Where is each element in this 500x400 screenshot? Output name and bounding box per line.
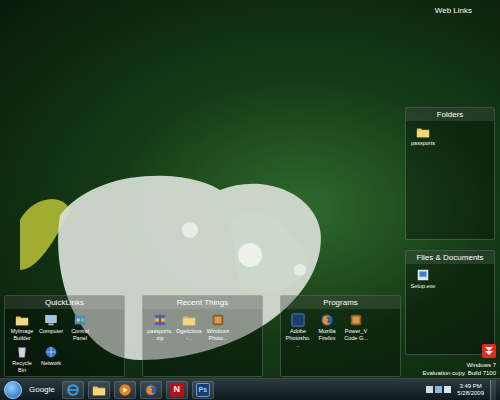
desktop: Web Links QuickLinks MyImage BuilderComput…	[0, 0, 500, 378]
application-icon	[211, 313, 225, 327]
start-button[interactable]	[4, 381, 22, 399]
fence[interactable]: Files & Documents Setup.exe	[405, 250, 495, 355]
taskbar-app[interactable]: N	[166, 381, 188, 399]
folder-icon	[15, 313, 29, 327]
taskbar-app[interactable]: Ps	[192, 381, 214, 399]
network-icon[interactable]	[435, 386, 442, 393]
download-icon[interactable]	[482, 344, 496, 358]
folder-icon	[416, 125, 430, 139]
photoshop-icon: Ps	[196, 383, 210, 397]
desktop-item-label: Power_V Code G...	[343, 328, 369, 342]
folder-icon	[182, 313, 196, 327]
internet-explorer-icon	[66, 383, 80, 397]
fence-title[interactable]: Programs	[281, 296, 400, 309]
desktop-item-label: Network	[38, 360, 64, 367]
desktop-item[interactable]: Setup.exe	[410, 268, 436, 290]
fence-title[interactable]: Folders	[406, 108, 494, 121]
desktop-item[interactable]: Windows Photo...	[205, 313, 231, 342]
search-button[interactable]: Google	[26, 384, 58, 396]
show-desktop-button[interactable]	[490, 380, 496, 400]
desktop-item[interactable]: Dgelicious-...	[176, 313, 202, 342]
desktop-item[interactable]: Control Panel	[67, 313, 93, 342]
fence-title[interactable]: Files & Documents	[406, 251, 494, 264]
desktop-item[interactable]: Network	[38, 345, 64, 374]
desktop-item[interactable]: Computer	[38, 313, 64, 342]
desktop-item-label: passports.zip	[147, 328, 173, 342]
desktop-item-label: Control Panel	[67, 328, 93, 342]
taskbar-app[interactable]	[114, 381, 136, 399]
fence[interactable]: QuickLinks MyImage BuilderComputerControl…	[4, 295, 125, 377]
desktop-item-label: Windows Photo...	[205, 328, 231, 342]
watermark: Windows 7Evaluation copy. Build 7100	[422, 361, 496, 377]
desktop-item[interactable]: MyImage Builder	[9, 313, 35, 342]
desktop-item-label: Dgelicious-...	[176, 328, 202, 342]
tray-icons[interactable]	[426, 386, 451, 393]
photoshop-icon	[291, 313, 305, 327]
flag-icon[interactable]	[426, 386, 433, 393]
desktop-item-label: Adobe Photosho...	[285, 328, 311, 349]
desktop-item-label: Computer	[38, 328, 64, 335]
media-player-icon	[118, 383, 132, 397]
desktop-item-label: MyImage Builder	[9, 328, 35, 342]
clock[interactable]: 3:49 PM5/28/2009	[455, 383, 486, 397]
firefox-icon	[144, 383, 158, 397]
desktop-item-label: passports	[410, 140, 436, 147]
fence[interactable]: Folders passports	[405, 107, 495, 240]
desktop-item-label: Mozilla Firefox	[314, 328, 340, 342]
control-panel-icon	[73, 313, 87, 327]
desktop-item[interactable]: Power_V Code G...	[343, 313, 369, 349]
desktop-item[interactable]: passports	[410, 125, 436, 147]
desktop-item-label: Setup.exe	[410, 283, 436, 290]
taskbar-app[interactable]	[88, 381, 110, 399]
application-icon	[349, 313, 363, 327]
recycle-bin-icon	[15, 345, 29, 359]
desktop-item-label: Recycle Bin	[9, 360, 35, 374]
desktop-item[interactable]: Adobe Photosho...	[285, 313, 311, 349]
fence[interactable]: Programs Adobe Photosho...Mozilla Firefox…	[280, 295, 401, 377]
web-links-label[interactable]: Web Links	[435, 5, 472, 17]
fence-title[interactable]: Recent Things	[143, 296, 262, 309]
desktop-item[interactable]: passports.zip	[147, 313, 173, 342]
fence-title[interactable]: QuickLinks	[5, 296, 124, 309]
folder-icon	[92, 383, 106, 397]
fence[interactable]: Recent Things passports.zipDgelicious-...…	[142, 295, 263, 377]
taskbar: Google N Ps 3:49 PM5/28/2009	[0, 378, 500, 400]
computer-icon	[44, 313, 58, 327]
taskbar-app[interactable]	[62, 381, 84, 399]
zip-archive-icon	[153, 313, 167, 327]
network-icon	[44, 345, 58, 359]
volume-icon[interactable]	[444, 386, 451, 393]
firefox-icon	[320, 313, 334, 327]
taskbar-app[interactable]	[140, 381, 162, 399]
netflix-icon: N	[170, 383, 184, 397]
desktop-screen: Web Links QuickLinks MyImage BuilderComput…	[0, 0, 500, 400]
desktop-item[interactable]: Mozilla Firefox	[314, 313, 340, 349]
desktop-item[interactable]: Recycle Bin	[9, 345, 35, 374]
setup-icon	[416, 268, 430, 282]
